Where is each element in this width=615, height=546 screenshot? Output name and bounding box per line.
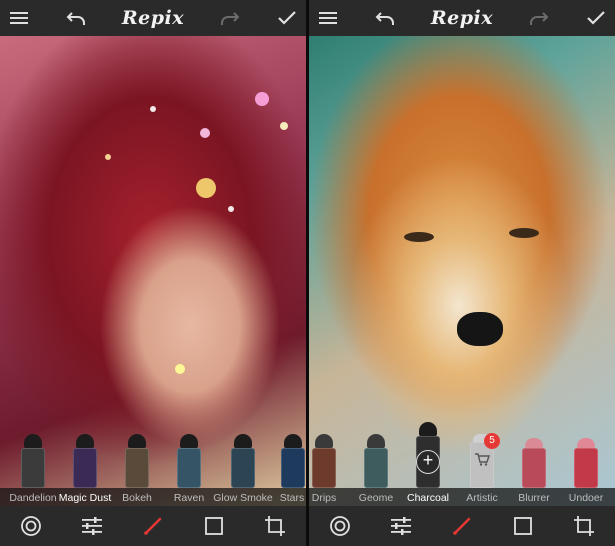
brush-body <box>73 448 97 488</box>
brush-body: + <box>416 436 440 488</box>
brush-label: Charcoal <box>406 492 450 504</box>
left-screen: Repix Dandelion Magic Dust Bokeh Raven G… <box>0 0 306 546</box>
sparkle <box>228 206 234 212</box>
add-brush-icon[interactable]: + <box>416 450 440 474</box>
sliders-icon[interactable] <box>79 513 105 539</box>
brush-tip <box>419 422 437 436</box>
brush-body <box>522 448 546 488</box>
target-icon[interactable] <box>18 513 44 539</box>
brush-label: Raven <box>173 492 205 504</box>
menu-icon[interactable] <box>317 7 339 29</box>
brush-icon[interactable] <box>449 513 475 539</box>
brush-blurrer[interactable]: Blurrer <box>518 438 550 504</box>
crop-icon[interactable] <box>571 513 597 539</box>
cart-icon <box>475 453 490 466</box>
store-badge: 5 <box>484 433 500 449</box>
brush-label: Undoer <box>568 492 604 504</box>
brush-undoer[interactable]: Undoer <box>569 438 603 504</box>
menu-icon[interactable] <box>8 7 30 29</box>
sparkle <box>200 128 210 138</box>
brush-tip <box>525 438 543 448</box>
fox-eye-left <box>404 232 434 242</box>
undo-icon[interactable] <box>65 7 87 29</box>
brush-body <box>177 448 201 488</box>
checkmark-icon[interactable] <box>276 7 298 29</box>
brush-body <box>231 448 255 488</box>
brush-tip <box>234 434 252 448</box>
sliders-icon[interactable] <box>388 513 414 539</box>
brush-label: Glow Smoke <box>213 492 273 504</box>
sparkle <box>255 92 269 106</box>
crop-icon[interactable] <box>262 513 288 539</box>
fox-eye-right <box>509 228 539 238</box>
brush-body <box>312 448 336 488</box>
brush-tip <box>128 434 146 448</box>
sparkle <box>280 122 288 130</box>
brush-drips[interactable]: Drips <box>311 434 337 504</box>
fox-nose <box>457 312 503 346</box>
brush-raven[interactable]: Raven <box>174 434 204 504</box>
brush-artistic[interactable]: 5 Artistic <box>466 433 500 504</box>
app-logo: Repix <box>121 7 185 29</box>
brush-body <box>574 448 598 488</box>
brush-geome[interactable]: Geome <box>359 434 393 504</box>
undo-icon[interactable] <box>374 7 396 29</box>
brush-tip <box>24 434 42 448</box>
brush-picker: Drips Geome + Charcoal 5 Artistic Blurre… <box>309 420 615 506</box>
brush-tip <box>76 434 94 448</box>
brush-picker: Dandelion Magic Dust Bokeh Raven Glow Sm <box>0 420 306 506</box>
brush-bokeh[interactable]: Bokeh <box>122 434 152 504</box>
top-toolbar: Repix <box>0 0 306 36</box>
sparkle <box>196 178 216 198</box>
brush-magic-dust[interactable]: Magic Dust <box>59 434 111 504</box>
right-screen: Repix Drips Geome + Charcoal 5 Artistic … <box>309 0 615 546</box>
brush-label: Dandelion <box>9 492 57 504</box>
app-screens: Repix Dandelion Magic Dust Bokeh Raven G… <box>0 0 615 546</box>
brush-dandelion[interactable]: Dandelion <box>9 434 57 504</box>
brush-tip <box>577 438 595 448</box>
brush-stars[interactable]: Stars <box>280 434 306 504</box>
sparkle <box>150 106 156 112</box>
brush-tip <box>315 434 333 448</box>
brush-body <box>21 448 45 488</box>
bottom-toolbar <box>0 506 306 546</box>
brush-label: Stars <box>279 492 305 504</box>
brush-body <box>364 448 388 488</box>
sparkle <box>175 364 185 374</box>
redo-icon[interactable] <box>528 7 550 29</box>
brush-body <box>281 448 305 488</box>
brush-body <box>125 448 149 488</box>
brush-charcoal[interactable]: + Charcoal <box>407 422 449 504</box>
frame-icon[interactable] <box>201 513 227 539</box>
brush-body: 5 <box>470 433 500 488</box>
app-logo: Repix <box>430 7 494 29</box>
top-toolbar: Repix <box>309 0 615 36</box>
brush-label: Drips <box>311 492 337 504</box>
brush-glow-smoke[interactable]: Glow Smoke <box>213 434 273 504</box>
sparkle <box>105 154 111 160</box>
target-icon[interactable] <box>327 513 353 539</box>
brush-tip <box>180 434 198 448</box>
redo-icon[interactable] <box>219 7 241 29</box>
brush-tip <box>367 434 385 448</box>
brush-tip <box>284 434 302 448</box>
brush-label: Bokeh <box>122 492 152 504</box>
brush-label: Blurrer <box>518 492 550 504</box>
brush-label: Magic Dust <box>58 492 112 504</box>
brush-label: Geome <box>358 492 394 504</box>
checkmark-icon[interactable] <box>585 7 607 29</box>
brush-icon[interactable] <box>140 513 166 539</box>
frame-icon[interactable] <box>510 513 536 539</box>
bottom-toolbar <box>309 506 615 546</box>
brush-label: Artistic <box>466 492 498 504</box>
